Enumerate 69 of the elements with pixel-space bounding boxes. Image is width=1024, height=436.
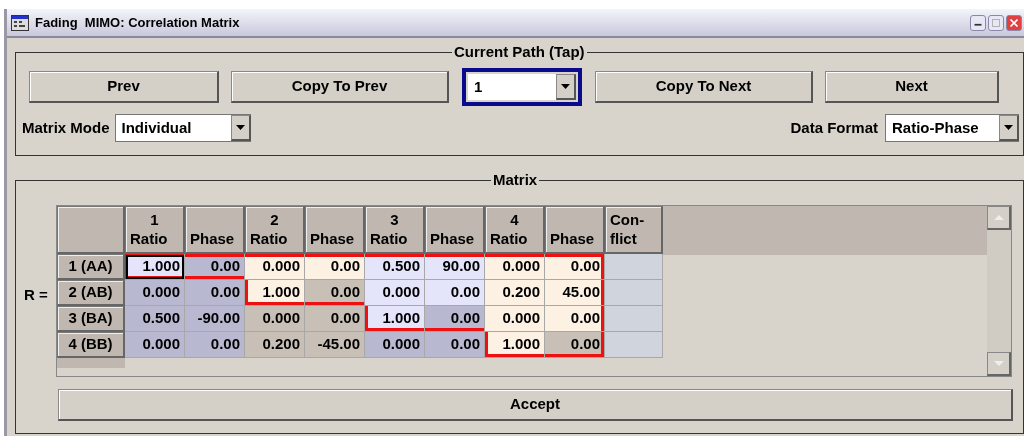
dropdown-arrow-icon — [1004, 125, 1013, 130]
row-header: 1 (AA) — [57, 254, 125, 280]
window-title: Fading MIMO: Correlation Matrix — [35, 13, 240, 32]
table-cell[interactable]: 1.000 — [245, 280, 305, 306]
row-header: 2 (AB) — [57, 280, 125, 306]
table-cell[interactable]: 0.00 — [305, 254, 365, 280]
field-label: Matrix Mode — [22, 117, 110, 138]
table-cell[interactable]: 1.000 — [125, 254, 185, 280]
table-cell[interactable]: 0.200 — [485, 280, 545, 306]
table-cell[interactable]: 0.00 — [545, 332, 605, 358]
table-cell[interactable]: 0.00 — [305, 280, 365, 306]
table-cell[interactable]: 0.00 — [305, 306, 365, 332]
table-cell[interactable]: 1.000 — [365, 306, 425, 332]
table-cell[interactable]: 0.00 — [545, 254, 605, 280]
dropdown-arrow-icon — [235, 125, 245, 130]
column-header: 2 Ratio — [245, 206, 305, 254]
column-header: Phase — [545, 206, 605, 254]
table-cell[interactable]: 0.000 — [125, 332, 185, 358]
table-cell[interactable]: 0.00 — [425, 306, 485, 332]
table-cell[interactable]: 0.500 — [125, 306, 185, 332]
table-cell — [605, 306, 663, 332]
table-cell[interactable]: 45.00 — [545, 280, 605, 306]
nav-button[interactable]: Prev — [29, 71, 219, 103]
column-header: 4 Ratio — [485, 206, 545, 254]
table-cell[interactable]: 0.200 — [245, 332, 305, 358]
matrix-mode-dropdown[interactable]: Individual — [114, 114, 251, 142]
table-cell — [605, 280, 663, 306]
table-cell[interactable]: 90.00 — [425, 254, 485, 280]
column-header: 1 Ratio — [125, 206, 185, 254]
column-header: Phase — [185, 206, 245, 254]
column-header: Phase — [425, 206, 485, 254]
app-icon — [11, 14, 29, 31]
table-cell[interactable]: 0.00 — [425, 332, 485, 358]
table-cell[interactable]: 1.000 — [485, 332, 545, 358]
column-header: Con-flict — [605, 206, 663, 254]
table-cell[interactable]: 0.000 — [245, 254, 305, 280]
nav-button[interactable]: Next — [825, 71, 999, 103]
table-cell[interactable]: 0.00 — [545, 306, 605, 332]
column-header: Phase — [305, 206, 365, 254]
row-header: 3 (BA) — [57, 306, 125, 332]
table-cell[interactable]: -45.00 — [305, 332, 365, 358]
table-cell[interactable]: 0.000 — [245, 306, 305, 332]
table-cell[interactable]: 0.000 — [485, 306, 545, 332]
table-cell[interactable]: 0.000 — [365, 332, 425, 358]
table-cell[interactable]: -90.00 — [185, 306, 245, 332]
path-dropdown[interactable]: 1 — [462, 68, 582, 106]
table-cell — [605, 332, 663, 358]
column-header: 3 Ratio — [365, 206, 425, 254]
dropdown-arrow-icon — [561, 84, 570, 89]
data-format-dropdown[interactable]: Ratio-Phase — [885, 114, 1019, 142]
table-cell[interactable]: 0.00 — [425, 280, 485, 306]
table-cell[interactable]: 0.00 — [185, 332, 245, 358]
table-cell[interactable]: 0.500 — [365, 254, 425, 280]
minimize-icon[interactable] — [970, 14, 986, 31]
maximize-icon[interactable] — [988, 14, 1004, 31]
nav-button[interactable]: Copy To Next — [595, 71, 813, 103]
group-title: Current Path (Tap) — [452, 43, 587, 61]
field-label: Data Format — [790, 117, 878, 138]
row-header: 4 (BB) — [57, 332, 125, 358]
close-icon[interactable] — [1006, 14, 1022, 31]
table-cell[interactable]: 0.000 — [125, 280, 185, 306]
accept-button[interactable]: Accept — [58, 389, 1013, 421]
matrix-label: R = — [24, 284, 48, 305]
table-cell[interactable]: 0.000 — [365, 280, 425, 306]
table-cell[interactable]: 0.00 — [185, 254, 245, 280]
table-cell[interactable]: 0.00 — [185, 280, 245, 306]
nav-button[interactable]: Copy To Prev — [231, 71, 449, 103]
table-cell[interactable]: 0.000 — [485, 254, 545, 280]
table-cell — [605, 254, 663, 280]
